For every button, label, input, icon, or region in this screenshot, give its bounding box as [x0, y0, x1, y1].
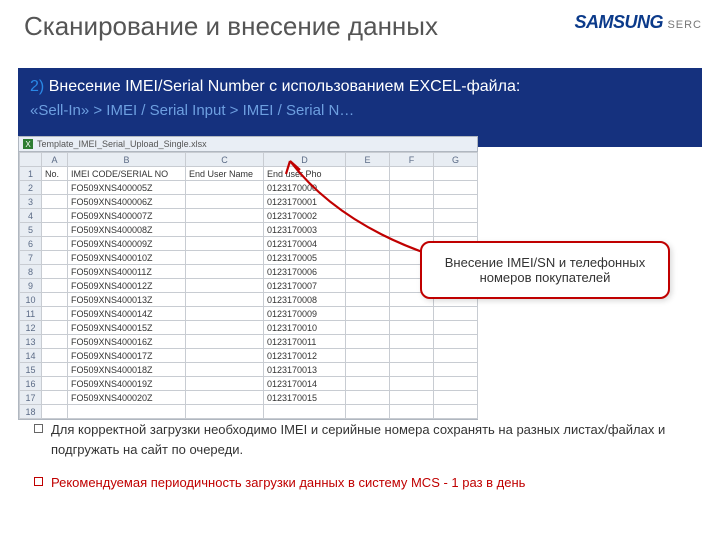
- col-D: D: [264, 153, 346, 167]
- excel-tab: X Template_IMEI_Serial_Upload_Single.xls…: [19, 137, 477, 152]
- table-row: 8FO509XNS400011Z0123170006: [20, 265, 478, 279]
- table-row: 13FO509XNS400016Z0123170011: [20, 335, 478, 349]
- table-row: 4FO509XNS400007Z0123170002: [20, 209, 478, 223]
- table-row: 2FO509XNS400005Z0123170000: [20, 181, 478, 195]
- table-row: 17FO509XNS400020Z0123170015: [20, 391, 478, 405]
- table-row: 15FO509XNS400018Z0123170013: [20, 363, 478, 377]
- excel-icon: X: [23, 139, 33, 149]
- col-header-row: A B C D E F G: [20, 153, 478, 167]
- square-bullet-icon: [34, 477, 43, 486]
- square-bullet-icon: [34, 424, 43, 433]
- svg-text:X: X: [25, 140, 31, 149]
- table-row: 12FO509XNS400015Z0123170010: [20, 321, 478, 335]
- bullet-2: Рекомендуемая периодичность загрузки дан…: [34, 473, 696, 493]
- excel-screenshot: X Template_IMEI_Serial_Upload_Single.xls…: [18, 136, 478, 420]
- table-row: 1No.IMEI CODE/SERIAL NOEnd User NameEnd …: [20, 167, 478, 181]
- table-row: 11FO509XNS400014Z0123170009: [20, 307, 478, 321]
- callout-box: Внесение IMEI/SN и телефонных номеров по…: [420, 241, 670, 299]
- slide: Сканирование и внесение данных SAMSUNG S…: [0, 0, 720, 540]
- step-text: Внесение IMEI/Serial Number с использова…: [49, 78, 521, 95]
- breadcrumb-path: «Sell-In» > IMEI / Serial Input > IMEI /…: [30, 102, 690, 119]
- table-row: 9FO509XNS400012Z0123170007: [20, 279, 478, 293]
- excel-grid: A B C D E F G 1No.IMEI CODE/SERIAL NOEnd…: [19, 152, 478, 419]
- brand-text: SAMSUNG: [574, 12, 663, 32]
- logo: SAMSUNG SERC: [574, 12, 702, 33]
- brand-suffix: SERC: [667, 19, 702, 31]
- table-row: 3FO509XNS400006Z0123170001: [20, 195, 478, 209]
- table-row: 14FO509XNS400017Z0123170012: [20, 349, 478, 363]
- page-title: Сканирование и внесение данных: [24, 12, 438, 41]
- table-row: 5FO509XNS400008Z0123170003: [20, 223, 478, 237]
- table-row: 16FO509XNS400019Z0123170014: [20, 377, 478, 391]
- bullet-1: Для корректной загрузки необходимо IMEI …: [34, 420, 696, 459]
- step-number: 2): [30, 78, 44, 95]
- excel-filename: Template_IMEI_Serial_Upload_Single.xlsx: [37, 139, 207, 149]
- col-C: C: [186, 153, 264, 167]
- bullet-list: Для корректной загрузки необходимо IMEI …: [34, 420, 696, 507]
- col-B: B: [68, 153, 186, 167]
- table-row: 7FO509XNS400010Z0123170005: [20, 251, 478, 265]
- table-row: 18: [20, 405, 478, 419]
- bullet-2-text: Рекомендуемая периодичность загрузки дан…: [51, 473, 525, 493]
- col-A: A: [42, 153, 68, 167]
- bullet-1-text: Для корректной загрузки необходимо IMEI …: [51, 420, 696, 459]
- col-E: E: [346, 153, 390, 167]
- corner-cell: [20, 153, 42, 167]
- table-row: 6FO509XNS400009Z0123170004: [20, 237, 478, 251]
- col-G: G: [434, 153, 478, 167]
- table-row: 10FO509XNS400013Z0123170008: [20, 293, 478, 307]
- col-F: F: [390, 153, 434, 167]
